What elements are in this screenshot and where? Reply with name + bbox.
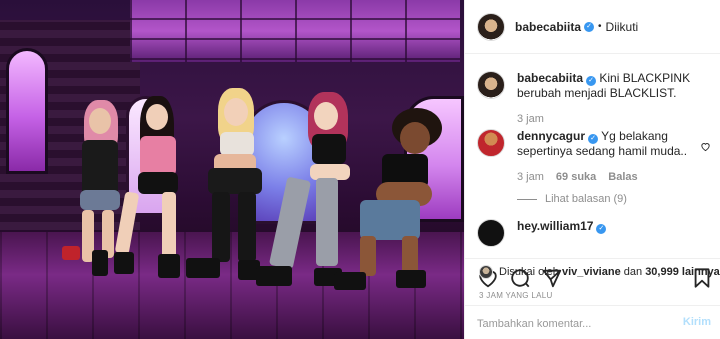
avatar[interactable] [479,265,493,279]
author-username[interactable]: babecabiita [515,20,581,34]
reply-line [517,198,537,200]
view-replies-link[interactable]: Lihat balasan (9) [517,193,627,205]
caption-username[interactable]: babecabiita [517,71,583,85]
comment-time[interactable]: 3 jam [517,171,544,183]
likes-count[interactable]: 30,999 lainnya [645,266,720,278]
ceiling-grid [130,0,460,62]
list-item: hey.william17 ✓ [477,219,713,257]
dancer-figure [186,88,276,284]
avatar[interactable] [477,129,505,157]
caption: babecabiita ✓ Kini BLACKPINK berubah menj… [477,71,713,131]
list-item: dennycagur ✓ Yg belakang sepertinya sedan… [477,129,713,209]
post-comment-button[interactable]: Kirim [683,316,711,328]
separator-dot: • [598,21,602,32]
comment-username[interactable]: hey.william17 [517,219,593,233]
avatar[interactable] [477,71,505,99]
avatar[interactable] [477,12,505,41]
post-photo[interactable] [0,0,464,339]
post-header: babecabiita ✓ • Diikuti [465,0,720,54]
liker-username[interactable]: viv_viviane [562,266,621,278]
verified-badge-icon: ✓ [586,76,597,86]
dancer-figure [114,96,190,280]
comment-input[interactable] [477,316,657,332]
comment-username[interactable]: dennycagur [517,129,585,143]
post-sidebar: babecabiita ✓ • Diikuti babecabiita ✓ Kin… [464,0,720,339]
dancer-figure [334,108,450,292]
add-comment-section: Kirim [465,305,720,339]
avatar[interactable] [477,219,505,247]
caption-time[interactable]: 3 jam [517,113,544,125]
comments-list[interactable]: babecabiita ✓ Kini BLACKPINK berubah menj… [465,55,720,257]
likes-summary: Disukai oleh viv_viviane dan 30,999 lain… [479,265,720,279]
heart-icon[interactable] [700,141,711,152]
verified-badge-icon: ✓ [588,134,599,144]
follow-button[interactable]: Diikuti [606,20,639,34]
comment-likes[interactable]: 69 suka [556,171,596,183]
arched-window [6,48,48,174]
verified-badge-icon: ✓ [596,224,607,234]
verified-badge-icon: ✓ [584,21,595,32]
reply-button[interactable]: Balas [608,171,637,183]
post-timestamp[interactable]: 3 JAM YANG LALU [479,291,553,300]
